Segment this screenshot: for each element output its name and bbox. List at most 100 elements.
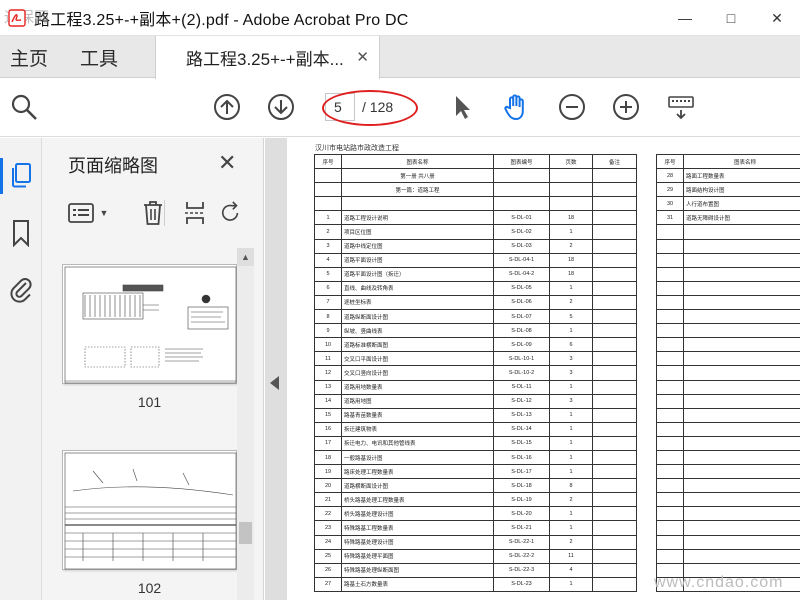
page-thumbnails-icon[interactable] xyxy=(6,160,36,190)
tab-bar: 主页 工具 路工程3.25+-+副本... ✕ xyxy=(0,36,800,79)
cell-name: 直线、曲线及转角表 xyxy=(341,280,494,296)
table-row xyxy=(656,534,800,550)
cell-no xyxy=(656,337,684,353)
cell-code: S-DL-20 xyxy=(493,506,550,522)
table-row xyxy=(656,435,800,451)
table-row: 21 桥头路基处理工程数量表 S-DL-19 2 xyxy=(314,492,637,508)
options-chevron-down-icon[interactable]: ▼ xyxy=(96,198,112,228)
keyboard-icon[interactable] xyxy=(665,91,697,123)
cell-name: 路基土石方数量表 xyxy=(341,576,494,592)
table-row: 9 纵坡、竖曲线表 S-DL-08 1 xyxy=(314,323,637,339)
table-row: 1 道路工程设计说明 S-DL-01 18 xyxy=(314,210,637,226)
cell-pages: 1 xyxy=(549,435,593,451)
thumbnail-page-102[interactable] xyxy=(62,450,237,570)
bookmark-icon[interactable] xyxy=(6,218,36,248)
hand-tool-icon[interactable] xyxy=(500,91,532,123)
close-window-button[interactable]: ✕ xyxy=(754,0,800,36)
table-row xyxy=(656,478,800,494)
cell-name: 桥头路基处理设计图 xyxy=(341,506,494,522)
close-tab-button[interactable]: ✕ xyxy=(356,48,369,66)
cell-remark xyxy=(592,238,637,254)
thumbnail-label: 102 xyxy=(137,580,162,596)
cell-code: S-DL-10-1 xyxy=(493,351,550,367)
table-row xyxy=(656,351,800,367)
rotate-page-icon[interactable] xyxy=(220,198,242,228)
cell-no: 6 xyxy=(314,280,342,296)
thumbnail-options-icon[interactable] xyxy=(66,198,96,228)
tab-tools[interactable]: 工具 xyxy=(80,44,118,71)
scrollbar-thumb[interactable] xyxy=(239,522,252,544)
table-row: 28 路面工程数量表 xyxy=(656,168,800,184)
tab-home[interactable]: 主页 xyxy=(10,44,48,71)
cell-remark xyxy=(592,478,637,494)
zoom-out-icon[interactable] xyxy=(556,91,588,123)
cell-code: S-DL-17 xyxy=(493,464,550,480)
cell-no xyxy=(656,435,684,451)
cell-no xyxy=(656,548,684,564)
cell-remark xyxy=(592,435,637,451)
cell-name: 拆迁电力、电讯和其他管线表 xyxy=(341,435,494,451)
cell-remark xyxy=(592,421,637,437)
table-row: 7 逐桩坐标表 S-DL-06 2 xyxy=(314,294,637,311)
table-row: 30 人行道布置图 xyxy=(656,196,800,212)
cell-pages: 1 xyxy=(549,576,593,592)
cell-name xyxy=(683,280,800,296)
cell-remark xyxy=(592,280,637,296)
next-page-icon[interactable] xyxy=(265,91,297,123)
cell-name xyxy=(683,520,800,536)
cell-no: 21 xyxy=(314,492,342,508)
split-pages-icon[interactable] xyxy=(180,198,210,228)
table-row xyxy=(656,520,800,536)
table-row: 17 拆迁电力、电讯和其他管线表 S-DL-15 1 xyxy=(314,435,637,451)
document-viewport: 汉川市电站路市政改造工程 序号 图表名称 图表编号 页数 备注 第一册 共八册 … xyxy=(265,138,800,600)
cell-code: S-DL-07 xyxy=(493,309,550,325)
minimize-button[interactable]: — xyxy=(662,0,708,36)
select-cursor-icon[interactable] xyxy=(446,91,478,123)
document-tab[interactable]: 路工程3.25+-+副本... ✕ xyxy=(155,36,380,79)
cell-no xyxy=(656,478,684,494)
collapse-panel-arrow-icon[interactable] xyxy=(270,376,279,390)
zoom-in-icon[interactable] xyxy=(610,91,642,123)
delete-page-icon[interactable] xyxy=(138,198,168,228)
table-row: 13 道路用地数量表 S-DL-11 1 xyxy=(314,379,637,395)
title-bar: 通保网 路工程3.25+-+副本+(2).pdf - Adobe Acrobat… xyxy=(0,0,800,36)
cell-no xyxy=(656,309,684,325)
thumbnail-page-101[interactable] xyxy=(62,264,237,384)
cell-no: 10 xyxy=(314,337,342,353)
cell-pages: 11 xyxy=(549,548,593,564)
cell-remark xyxy=(592,266,637,282)
section-row: 第一册 共八册 xyxy=(314,168,637,184)
cell-no: 7 xyxy=(314,294,342,311)
cell-pages: 1 xyxy=(549,506,593,522)
cell-code: S-DL-04-1 xyxy=(493,252,550,268)
cell-remark xyxy=(592,576,637,592)
search-icon[interactable] xyxy=(8,91,40,123)
section-chapter: 第一篇：道路工程 xyxy=(341,182,494,198)
cell-name xyxy=(683,407,800,423)
scroll-up-arrow-icon[interactable]: ▲ xyxy=(237,248,254,266)
cell-code: S-DL-23 xyxy=(493,576,550,592)
table-row xyxy=(656,421,800,437)
cell-name xyxy=(683,435,800,451)
cell-code: S-DL-10-2 xyxy=(493,365,550,381)
attachment-icon[interactable] xyxy=(6,274,36,304)
maximize-button[interactable]: □ xyxy=(708,0,754,36)
cell-no: 2 xyxy=(314,224,342,240)
cell-no xyxy=(656,379,684,395)
previous-page-icon[interactable] xyxy=(211,91,243,123)
table-row: 31 道路无障碍设计图 xyxy=(656,210,800,226)
header-pages: 页数 xyxy=(549,153,593,170)
cell-pages: 1 xyxy=(549,224,593,240)
cell-no xyxy=(656,365,684,381)
page-number-input[interactable]: 5 xyxy=(325,93,355,121)
header-name: 图表名称 xyxy=(683,153,800,170)
close-panel-button[interactable]: ✕ xyxy=(218,150,236,176)
thumbnail-scrollbar[interactable]: ▲ xyxy=(237,248,254,600)
cell-no xyxy=(656,280,684,296)
table-row: 8 道路纵断面设计图 S-DL-07 5 xyxy=(314,309,637,325)
cell-remark xyxy=(592,365,637,381)
cell-name: 道路标准横断面图 xyxy=(341,337,494,353)
cell-code: S-DL-05 xyxy=(493,280,550,296)
cell-name xyxy=(683,309,800,325)
cell-name: 拆迁建筑物表 xyxy=(341,421,494,437)
